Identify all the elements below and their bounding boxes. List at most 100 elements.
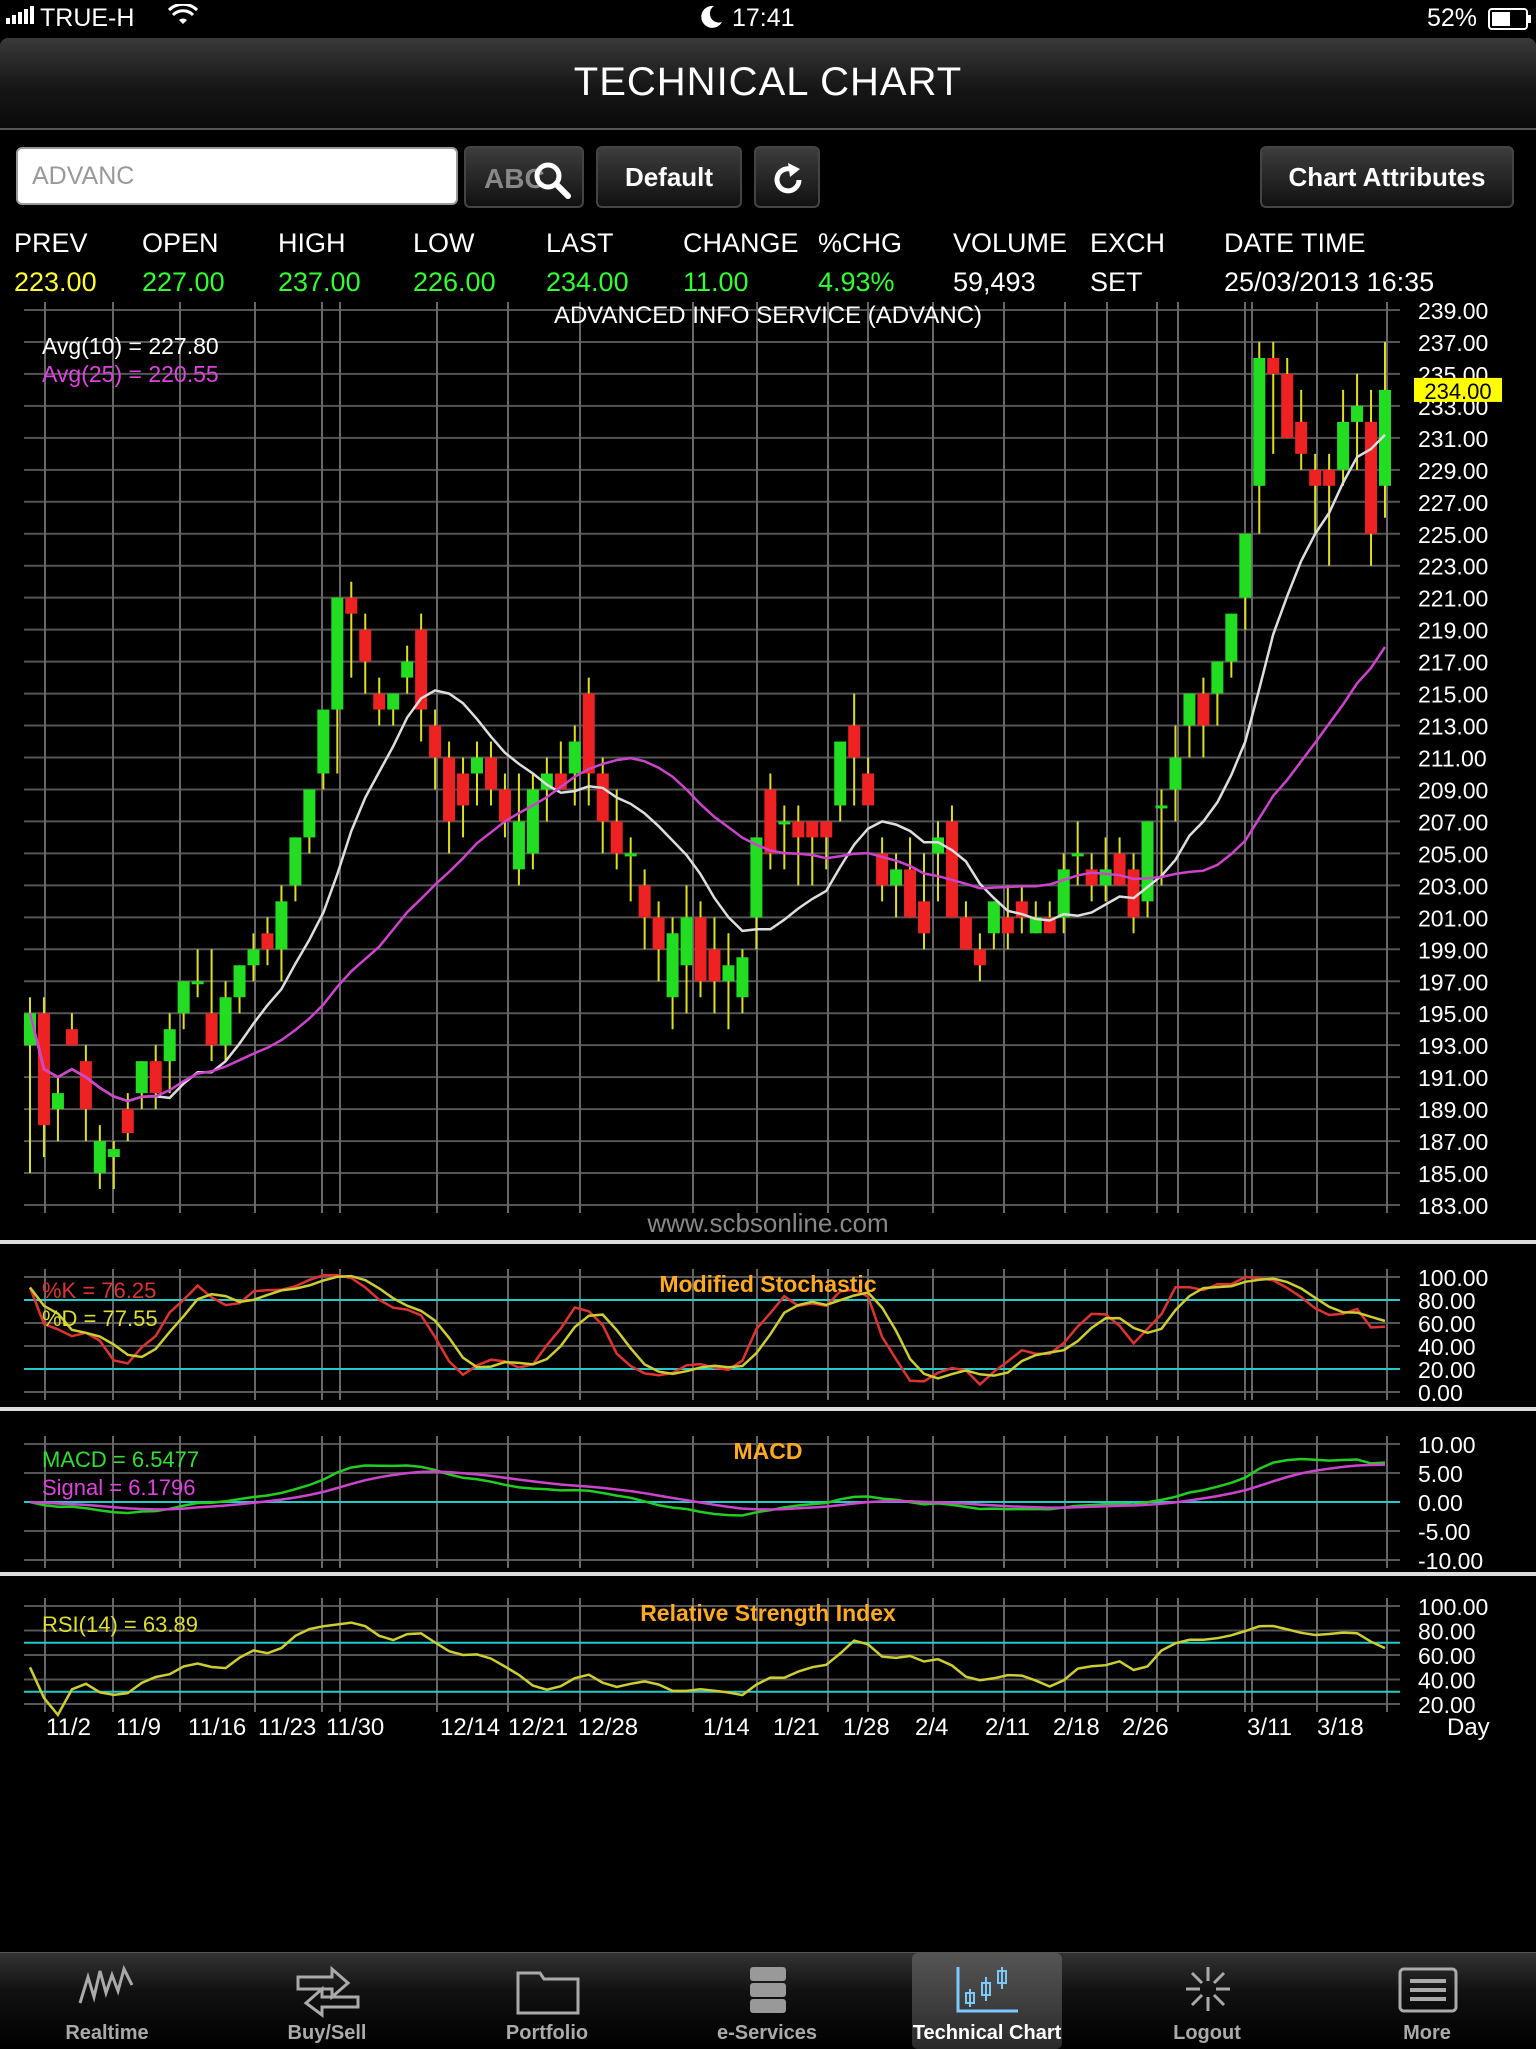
candle-body xyxy=(443,757,456,822)
y-tick-label: 207.00 xyxy=(1418,809,1488,835)
candle-body xyxy=(764,789,777,854)
candle-body xyxy=(1113,853,1126,886)
candle-body xyxy=(1323,469,1336,486)
y-tick-label: 185.00 xyxy=(1418,1161,1488,1187)
tab-label: Realtime xyxy=(65,2022,149,2044)
symbol-input[interactable] xyxy=(30,157,444,195)
y-tick-label: 187.00 xyxy=(1418,1129,1488,1155)
y-tick-label: -10.00 xyxy=(1418,1548,1483,1574)
default-button[interactable]: Default xyxy=(596,146,742,208)
candle-body xyxy=(652,917,665,950)
folder-icon xyxy=(516,1971,580,2015)
candle-body xyxy=(387,693,400,710)
macd-line xyxy=(29,1457,1386,1517)
y-tick-label: 213.00 xyxy=(1418,714,1488,740)
avg25-legend: Avg(25) = 220.55 xyxy=(42,361,219,387)
page-title: TECHNICAL CHART xyxy=(573,60,963,104)
x-tick-label: 2/18 xyxy=(1053,1714,1100,1741)
symbol-search-box[interactable] xyxy=(16,147,458,205)
x-tick-label: 11/23 xyxy=(258,1714,316,1741)
y-tick-label: 217.00 xyxy=(1418,650,1488,676)
quote-header: OPEN xyxy=(142,228,219,258)
y-tick-label: 237.00 xyxy=(1418,330,1488,356)
candle-body xyxy=(1211,661,1224,694)
x-tick-label: 11/16 xyxy=(188,1714,246,1741)
y-tick-label: 40.00 xyxy=(1418,1668,1476,1694)
technical-chart[interactable]: 239.00237.00235.00233.00231.00229.00227.… xyxy=(0,292,1536,1882)
y-tick-label: 201.00 xyxy=(1418,905,1488,931)
y-tick-label: 80.00 xyxy=(1418,1619,1476,1645)
x-tick-label: 2/4 xyxy=(915,1714,948,1741)
candle-body xyxy=(624,853,637,857)
y-tick-label: 191.00 xyxy=(1418,1065,1488,1091)
tab-label: Technical Chart xyxy=(912,2022,1062,2044)
tab-realtime[interactable]: Realtime xyxy=(32,1953,182,2049)
candle-body xyxy=(401,661,414,678)
candle-body xyxy=(93,1141,106,1174)
magnifier-icon xyxy=(534,162,571,199)
candle-body xyxy=(345,597,358,614)
y-tick-label: 195.00 xyxy=(1418,1001,1488,1027)
chart-title: ADVANCED INFO SERVICE (ADVANC) xyxy=(554,302,982,329)
candle-body xyxy=(107,1149,120,1158)
y-tick-label: 239.00 xyxy=(1418,298,1488,324)
candle-body xyxy=(582,693,595,774)
y-tick-label: 205.00 xyxy=(1418,841,1488,867)
candle-body xyxy=(275,901,288,950)
candle-body xyxy=(373,693,386,710)
rsi-legend: RSI(14) = 63.89 xyxy=(42,1612,198,1637)
tab-label: Logout xyxy=(1173,2022,1241,2044)
tab-e-services[interactable]: e-Services xyxy=(692,1953,842,2049)
candle-body xyxy=(359,629,372,662)
clock-time: 17:41 xyxy=(732,4,795,32)
y-tick-label: 227.00 xyxy=(1418,490,1488,516)
candle-body xyxy=(1183,693,1196,726)
candle-body xyxy=(233,965,246,998)
y-tick-label: -5.00 xyxy=(1418,1519,1470,1545)
tab-buy-sell[interactable]: Buy/Sell xyxy=(252,1953,402,2049)
nav-header: TECHNICAL CHART xyxy=(0,38,1536,130)
y-tick-label: 60.00 xyxy=(1418,1643,1476,1669)
candle-body xyxy=(177,981,190,1014)
tab-logout[interactable]: Logout xyxy=(1132,1953,1282,2049)
tab-portfolio[interactable]: Portfolio xyxy=(472,1953,622,2049)
quote-header: LAST xyxy=(546,228,614,258)
candle-body xyxy=(820,821,833,838)
candle-body xyxy=(219,997,232,1046)
candle-body xyxy=(1253,357,1266,486)
quote-header: EXCH xyxy=(1090,228,1166,258)
candle-body xyxy=(135,1061,148,1094)
tab-technical-chart[interactable]: Technical Chart xyxy=(912,1953,1062,2049)
y-tick-label: 219.00 xyxy=(1418,618,1488,644)
candle-body xyxy=(79,1061,92,1110)
candle-body xyxy=(638,885,651,918)
candle-body xyxy=(526,789,539,854)
candle-body xyxy=(722,965,735,982)
candlestick-chart-icon xyxy=(956,1967,1018,2013)
x-tick-label: 2/11 xyxy=(985,1714,1030,1741)
tab-more[interactable]: More xyxy=(1352,1953,1502,2049)
y-tick-label: 193.00 xyxy=(1418,1033,1488,1059)
rsi-title: Relative Strength Index xyxy=(640,1600,896,1626)
candle-body xyxy=(848,725,861,758)
candle-body xyxy=(1351,405,1364,422)
macd-title: MACD xyxy=(734,1438,803,1464)
chart-attributes-button[interactable]: Chart Attributes xyxy=(1260,146,1514,208)
stochastic-k-legend: %K = 76.25 xyxy=(42,1278,156,1303)
logout-burst-icon xyxy=(1186,1967,1230,2011)
y-tick-label: 0.00 xyxy=(1418,1380,1463,1406)
candle-body xyxy=(904,869,917,918)
abc-search-button[interactable]: ABC xyxy=(464,146,584,208)
candle-body xyxy=(694,917,707,982)
last-price-label: 234.00 xyxy=(1424,379,1491,404)
refresh-button[interactable] xyxy=(754,146,820,208)
candle-body xyxy=(918,901,931,934)
candle-body xyxy=(261,933,274,950)
candle-body xyxy=(191,981,204,985)
y-tick-label: 211.00 xyxy=(1418,746,1487,772)
buy-sell-arrows-icon xyxy=(296,1965,360,2018)
rsi-line xyxy=(28,1621,1386,1718)
x-tick-label: 12/21 xyxy=(508,1714,568,1741)
candle-body xyxy=(163,1029,176,1062)
candle-body xyxy=(484,757,497,790)
